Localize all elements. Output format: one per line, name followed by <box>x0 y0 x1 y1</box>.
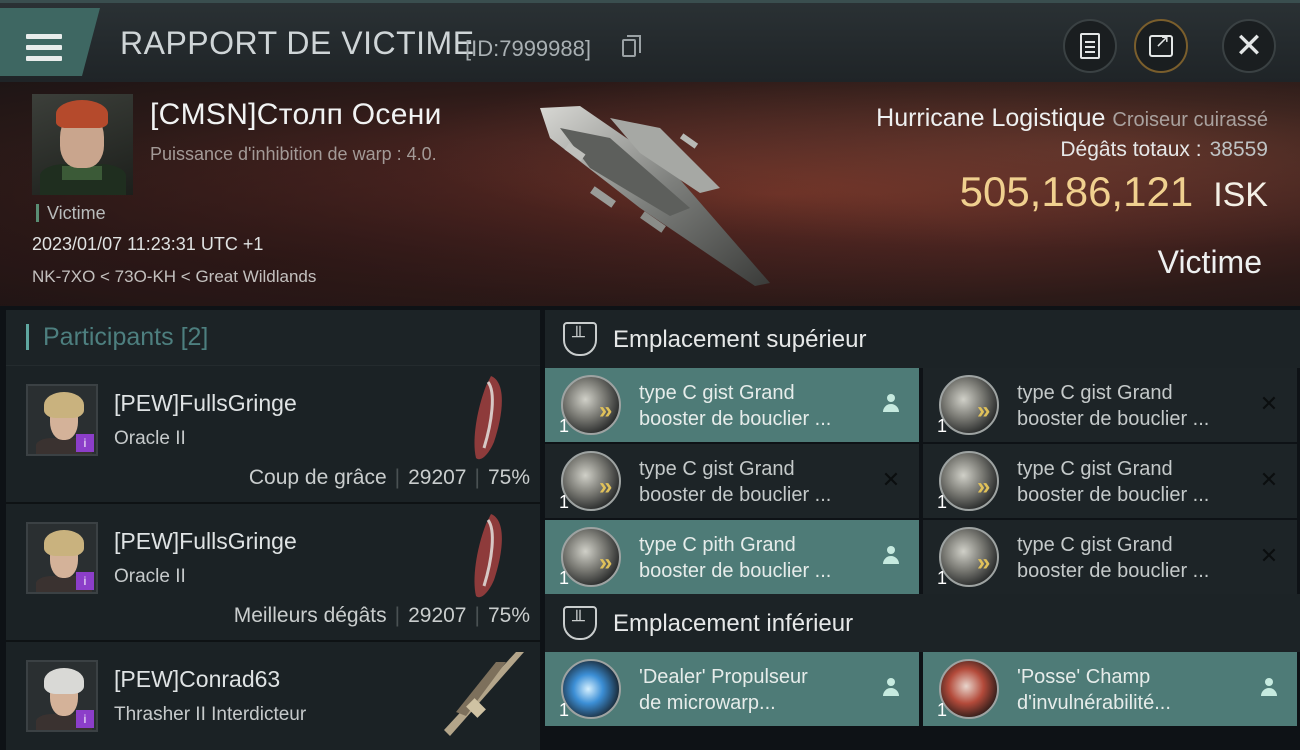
person-icon <box>1257 676 1281 700</box>
module-slot[interactable]: 1 'Posse' Champ d'invulnérabilité... <box>923 652 1297 726</box>
module-name: type C gist Grand booster de bouclier ... <box>1017 534 1210 582</box>
module-quantity: 1 <box>937 700 948 720</box>
module-slot[interactable]: 1 type C pith Grandbooster de bouclier .… <box>545 520 919 594</box>
module-name: type C pith Grand booster de bouclier ... <box>639 534 832 582</box>
low-slot-label: Emplacement inférieur <box>613 610 854 637</box>
participant-row[interactable]: i [PEW]FullsGringe Oracle II Coup de grâ… <box>6 366 540 504</box>
close-button[interactable]: ✕ <box>1222 19 1276 73</box>
module-slot[interactable]: 1 'Dealer' Propulseur de microwarp... <box>545 652 919 726</box>
invulnerability-field-icon <box>939 659 999 719</box>
participants-title: Participants [2] <box>26 324 208 350</box>
participant-ship-image <box>474 514 502 598</box>
victim-location[interactable]: NK-7XO < 73O-KH < Great Wildlands <box>32 267 316 287</box>
victim-banner: [CMSN]Столп Осени Puissance d'inhibition… <box>0 82 1300 306</box>
total-damage: Dégâts totaux :38559 <box>1060 138 1268 161</box>
destroyed-x-icon: ✕ <box>1259 391 1279 416</box>
participant-name: [PEW]Conrad63 <box>114 666 281 692</box>
top-bar: RAPPORT DE VICTIME [ID:7999988] ✕ <box>0 0 1300 82</box>
high-slot-icon <box>563 322 597 356</box>
low-slot-icon <box>563 606 597 640</box>
person-icon <box>879 544 903 568</box>
victim-role: Victime <box>36 204 106 222</box>
low-slot-header: Emplacement inférieur <box>545 594 1300 652</box>
shield-booster-icon <box>939 375 999 435</box>
destroyed-x-icon: ✕ <box>1259 467 1279 492</box>
rank-badge-icon: i <box>76 710 94 728</box>
ship-image[interactable] <box>520 98 780 288</box>
module-quantity: 1 <box>559 568 570 588</box>
victim-avatar[interactable] <box>32 94 133 195</box>
victim-datetime: 2023/01/07 11:23:31 UTC +1 <box>32 234 264 254</box>
module-name: type C gist Grand booster de bouclier ... <box>639 382 832 430</box>
copy-icon[interactable] <box>622 35 641 57</box>
module-quantity: 1 <box>937 492 948 512</box>
module-name: type C gist Grand booster de bouclier ... <box>1017 382 1210 430</box>
module-slot[interactable]: 1 type C gist Grandbooster de bouclier .… <box>545 444 919 518</box>
participant-stats: Coup de grâce | 29207 | 75% <box>248 466 530 489</box>
ship-class: Croiseur cuirassé <box>1112 109 1268 131</box>
participant-stats: Meilleurs dégâts | 29207 | 75% <box>233 604 530 627</box>
victim-tag: Victime <box>1157 244 1262 280</box>
participant-ship: Oracle II <box>114 566 186 587</box>
page-title: RAPPORT DE VICTIME <box>120 25 475 61</box>
participants-panel: Participants [2] i [PEW]FullsGringe Orac… <box>6 310 540 750</box>
shield-booster-icon <box>939 527 999 587</box>
module-name: 'Posse' Champ d'invulnérabilité... <box>1017 666 1171 714</box>
high-slot-label: Emplacement supérieur <box>613 326 867 353</box>
person-icon <box>879 676 903 700</box>
person-icon <box>879 392 903 416</box>
module-quantity: 1 <box>559 492 570 512</box>
module-quantity: 1 <box>559 700 570 720</box>
participant-ship-image <box>474 376 502 460</box>
module-slot[interactable]: 1 type C gist Grandbooster de bouclier .… <box>923 444 1297 518</box>
module-slot[interactable]: 1 type C gist Grandbooster de bouclier .… <box>923 368 1297 442</box>
shield-booster-icon <box>561 375 621 435</box>
close-icon: ✕ <box>1234 27 1264 65</box>
share-button[interactable] <box>1134 19 1188 73</box>
module-name: type C gist Grand booster de bouclier ... <box>1017 458 1210 506</box>
module-slot[interactable]: 1 type C gist Grandbooster de bouclier .… <box>923 520 1297 594</box>
shield-booster-icon <box>939 451 999 511</box>
participant-row[interactable]: i [PEW]FullsGringe Oracle II Meilleurs d… <box>6 504 540 642</box>
isk-value: 505,186,121 ISK <box>959 168 1268 215</box>
report-id: [ID:7999988] <box>465 36 591 61</box>
module-quantity: 1 <box>937 568 948 588</box>
participant-row[interactable]: i [PEW]Conrad63 Thrasher II Interdicteur <box>6 642 540 750</box>
module-quantity: 1 <box>937 416 948 436</box>
rank-badge-icon: i <box>76 572 94 590</box>
destroyed-x-icon: ✕ <box>1259 543 1279 568</box>
fitting-panel: Emplacement supérieur 1 type C gist Gran… <box>545 310 1300 750</box>
module-slot[interactable]: 1 type C gist Grandbooster de bouclier .… <box>545 368 919 442</box>
participants-header: Participants [2] <box>6 310 540 366</box>
victim-name[interactable]: [CMSN]Столп Осени <box>150 98 442 132</box>
ship-name[interactable]: Hurricane Logistique Croiseur cuirassé <box>876 104 1268 133</box>
rank-badge-icon: i <box>76 434 94 452</box>
module-name: type C gist Grand booster de bouclier ... <box>639 458 832 506</box>
module-quantity: 1 <box>559 416 570 436</box>
participant-avatar[interactable]: i <box>26 660 98 732</box>
participant-ship-image <box>444 652 524 736</box>
clipboard-button[interactable] <box>1063 19 1117 73</box>
microwarpdrive-icon <box>561 659 621 719</box>
menu-icon <box>26 34 62 61</box>
participant-avatar[interactable]: i <box>26 384 98 456</box>
shield-booster-icon <box>561 451 621 511</box>
participant-avatar[interactable]: i <box>26 522 98 594</box>
clipboard-icon <box>1080 33 1100 59</box>
share-icon <box>1149 31 1173 57</box>
participant-name: [PEW]FullsGringe <box>114 390 297 416</box>
high-slot-header: Emplacement supérieur <box>545 310 1300 368</box>
participant-name: [PEW]FullsGringe <box>114 528 297 554</box>
menu-button[interactable] <box>0 8 100 76</box>
destroyed-x-icon: ✕ <box>881 467 901 492</box>
module-name: 'Dealer' Propulseur de microwarp... <box>639 666 808 714</box>
shield-booster-icon <box>561 527 621 587</box>
participant-ship: Oracle II <box>114 428 186 449</box>
victim-subtitle: Puissance d'inhibition de warp : 4.0. <box>150 144 437 164</box>
participant-ship: Thrasher II Interdicteur <box>114 704 307 725</box>
